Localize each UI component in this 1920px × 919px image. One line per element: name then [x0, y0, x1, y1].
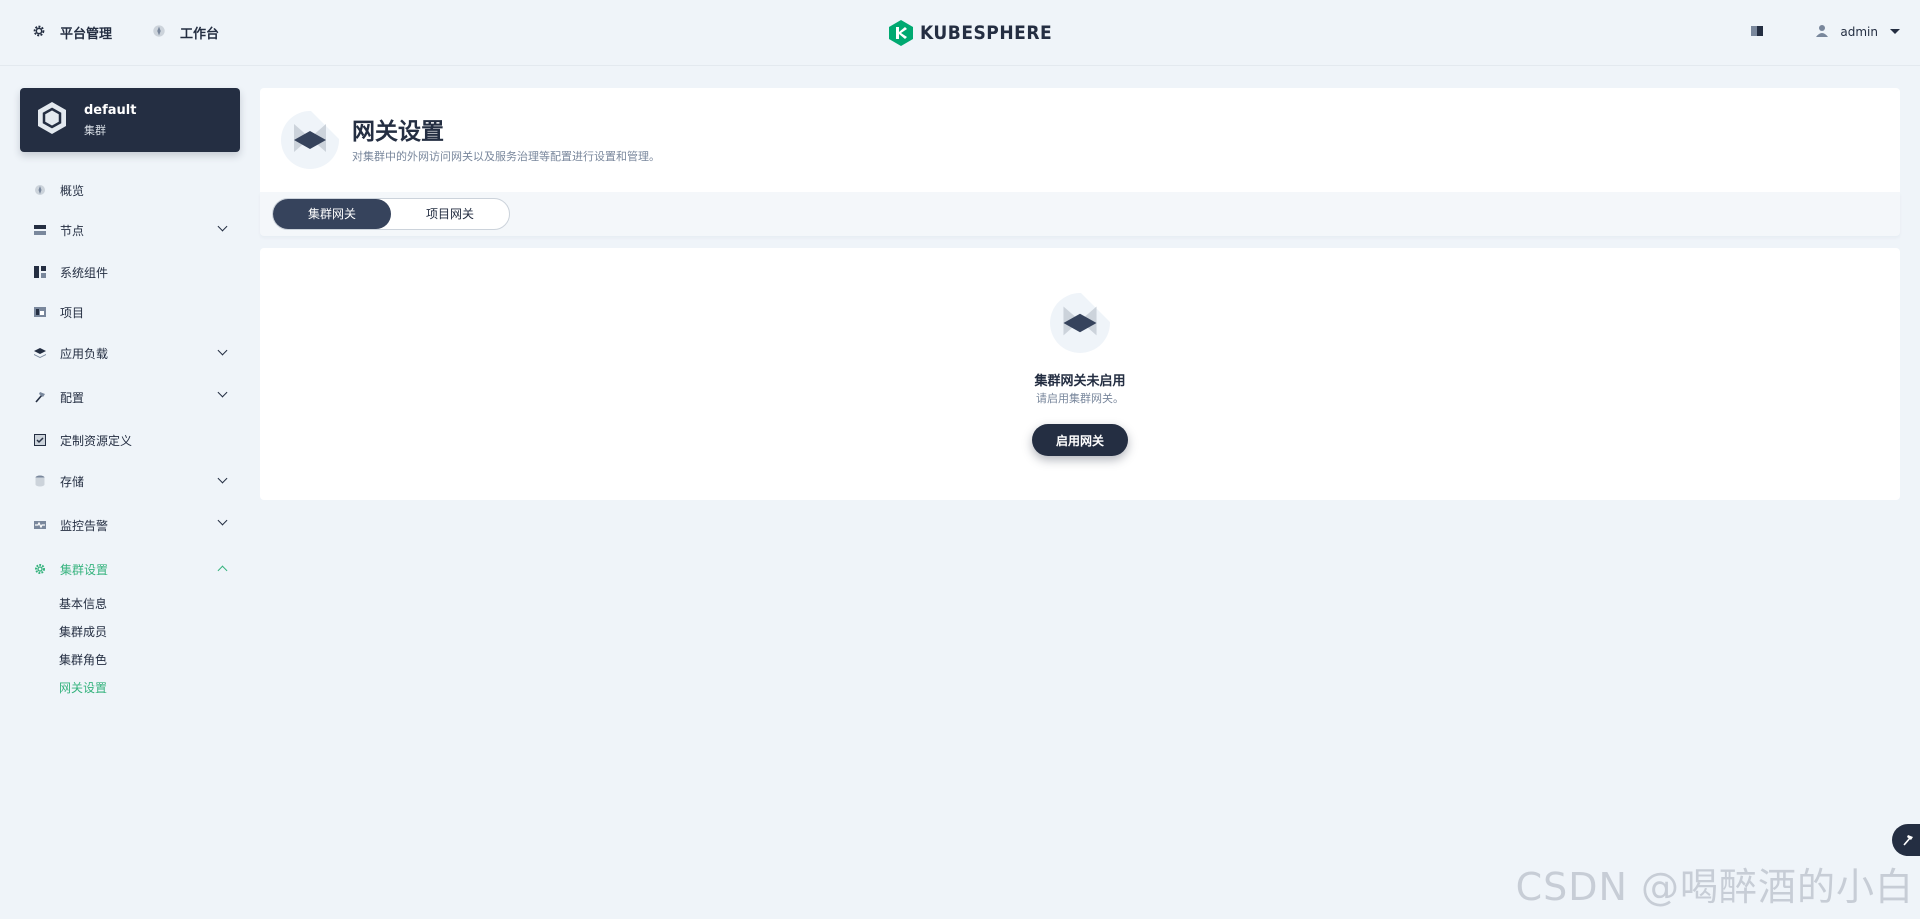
- tab-project-gateway[interactable]: 项目网关: [391, 199, 509, 229]
- sidebar-item-components[interactable]: 系统组件: [20, 252, 240, 292]
- gateway-type-tabs: 集群网关 项目网关: [272, 198, 510, 230]
- cluster-selector[interactable]: default 集群: [20, 88, 240, 152]
- tab-cluster-gateway[interactable]: 集群网关: [273, 199, 391, 229]
- sidebar-nav: 概览 节点 系统组件 项目 应用负载 配置 定制资源定义 存储 监控告警 集群设: [20, 172, 240, 702]
- nav-workbench[interactable]: 工作台: [152, 23, 219, 42]
- page-header: 网关设置 对集群中的外网访问网关以及服务治理等配置进行设置和管理。: [260, 88, 1900, 192]
- cluster-icon: [34, 100, 70, 140]
- sub-item-cluster-members[interactable]: 集群成员: [59, 618, 240, 646]
- hammer-icon: [1902, 831, 1914, 850]
- compass-icon: [152, 24, 166, 42]
- chevron-up-icon: [217, 565, 228, 576]
- toolbox-button[interactable]: [1892, 824, 1920, 856]
- gateway-icon: [1049, 292, 1111, 358]
- sidebar-item-crds[interactable]: 定制资源定义: [20, 420, 240, 460]
- sub-item-cluster-roles[interactable]: 集群角色: [59, 646, 240, 674]
- sub-item-gateway-settings[interactable]: 网关设置: [59, 674, 240, 702]
- nav-label: 工作台: [180, 27, 220, 42]
- sidebar-item-label: 配置: [60, 390, 85, 405]
- sidebar-item-storage[interactable]: 存储: [20, 460, 240, 502]
- sidebar-item-label: 存储: [60, 474, 85, 489]
- chevron-down-icon: [217, 515, 228, 526]
- kubesphere-logo-icon: [889, 20, 913, 46]
- sidebar-item-label: 项目: [60, 305, 85, 320]
- kubesphere-logo[interactable]: KUBESPHERE: [888, 19, 1052, 47]
- sidebar-item-label: 概览: [60, 183, 85, 198]
- nav-platform-management[interactable]: 平台管理: [32, 23, 112, 42]
- monitor-icon: [34, 519, 46, 531]
- username: admin: [1840, 24, 1878, 39]
- sub-item-basic-info[interactable]: 基本信息: [59, 590, 240, 618]
- sidebar-item-label: 定制资源定义: [60, 433, 133, 448]
- page-description: 对集群中的外网访问网关以及服务治理等配置进行设置和管理。: [352, 150, 660, 163]
- hammer-icon: [34, 391, 46, 403]
- user-menu[interactable]: admin: [1816, 24, 1900, 40]
- sidebar-item-monitoring[interactable]: 监控告警: [20, 502, 240, 548]
- top-right: admin: [1750, 22, 1900, 41]
- gear-icon: [34, 563, 46, 575]
- server-icon: [34, 224, 46, 236]
- enable-gateway-button[interactable]: 启用网关: [1032, 424, 1128, 456]
- tabs-bar: 集群网关 项目网关: [260, 192, 1900, 236]
- user-icon: [1816, 24, 1829, 40]
- sidebar-item-label: 节点: [60, 223, 85, 238]
- cluster-settings-submenu: 基本信息 集群成员 集群角色 网关设置: [20, 590, 240, 702]
- crd-icon: [34, 434, 46, 446]
- sidebar-item-workloads[interactable]: 应用负载: [20, 332, 240, 374]
- gear-icon: [32, 24, 46, 42]
- empty-state-title: 集群网关未启用: [1034, 374, 1126, 389]
- compass-icon: [34, 184, 46, 196]
- watermark: CSDN @喝醉酒的小白: [1515, 865, 1914, 909]
- gateway-content: 集群网关未启用 请启用集群网关。 启用网关: [260, 248, 1900, 500]
- layers-icon: [34, 347, 46, 359]
- page-title: 网关设置: [352, 119, 444, 145]
- caret-down-icon: [1890, 29, 1900, 34]
- sidebar-item-label: 系统组件: [60, 265, 109, 280]
- sidebar-item-projects[interactable]: 项目: [20, 292, 240, 332]
- chevron-down-icon: [217, 221, 228, 232]
- top-nav: 平台管理 工作台: [32, 23, 219, 42]
- logo-text: KUBESPHERE: [920, 22, 1053, 44]
- empty-state-description: 请启用集群网关。: [1036, 392, 1124, 405]
- book-icon[interactable]: [1750, 22, 1764, 41]
- sidebar-item-label: 集群设置: [60, 562, 109, 577]
- chevron-down-icon: [217, 387, 228, 398]
- nav-label: 平台管理: [60, 27, 113, 42]
- sidebar-item-overview[interactable]: 概览: [20, 172, 240, 208]
- top-bar: 平台管理 工作台 KUBESPHERE admin: [0, 0, 1920, 66]
- cluster-type: 集群: [84, 123, 106, 137]
- sidebar-item-cluster-settings[interactable]: 集群设置: [20, 548, 240, 590]
- chevron-down-icon: [217, 473, 228, 484]
- project-icon: [34, 306, 46, 318]
- sidebar-item-label: 应用负载: [60, 346, 109, 361]
- sidebar-item-configuration[interactable]: 配置: [20, 374, 240, 420]
- cluster-name: default: [84, 102, 137, 118]
- database-icon: [34, 475, 46, 487]
- chevron-down-icon: [217, 345, 228, 356]
- gateway-icon: [280, 110, 340, 174]
- components-icon: [34, 266, 46, 278]
- sidebar-item-nodes[interactable]: 节点: [20, 208, 240, 252]
- sidebar-item-label: 监控告警: [60, 518, 109, 533]
